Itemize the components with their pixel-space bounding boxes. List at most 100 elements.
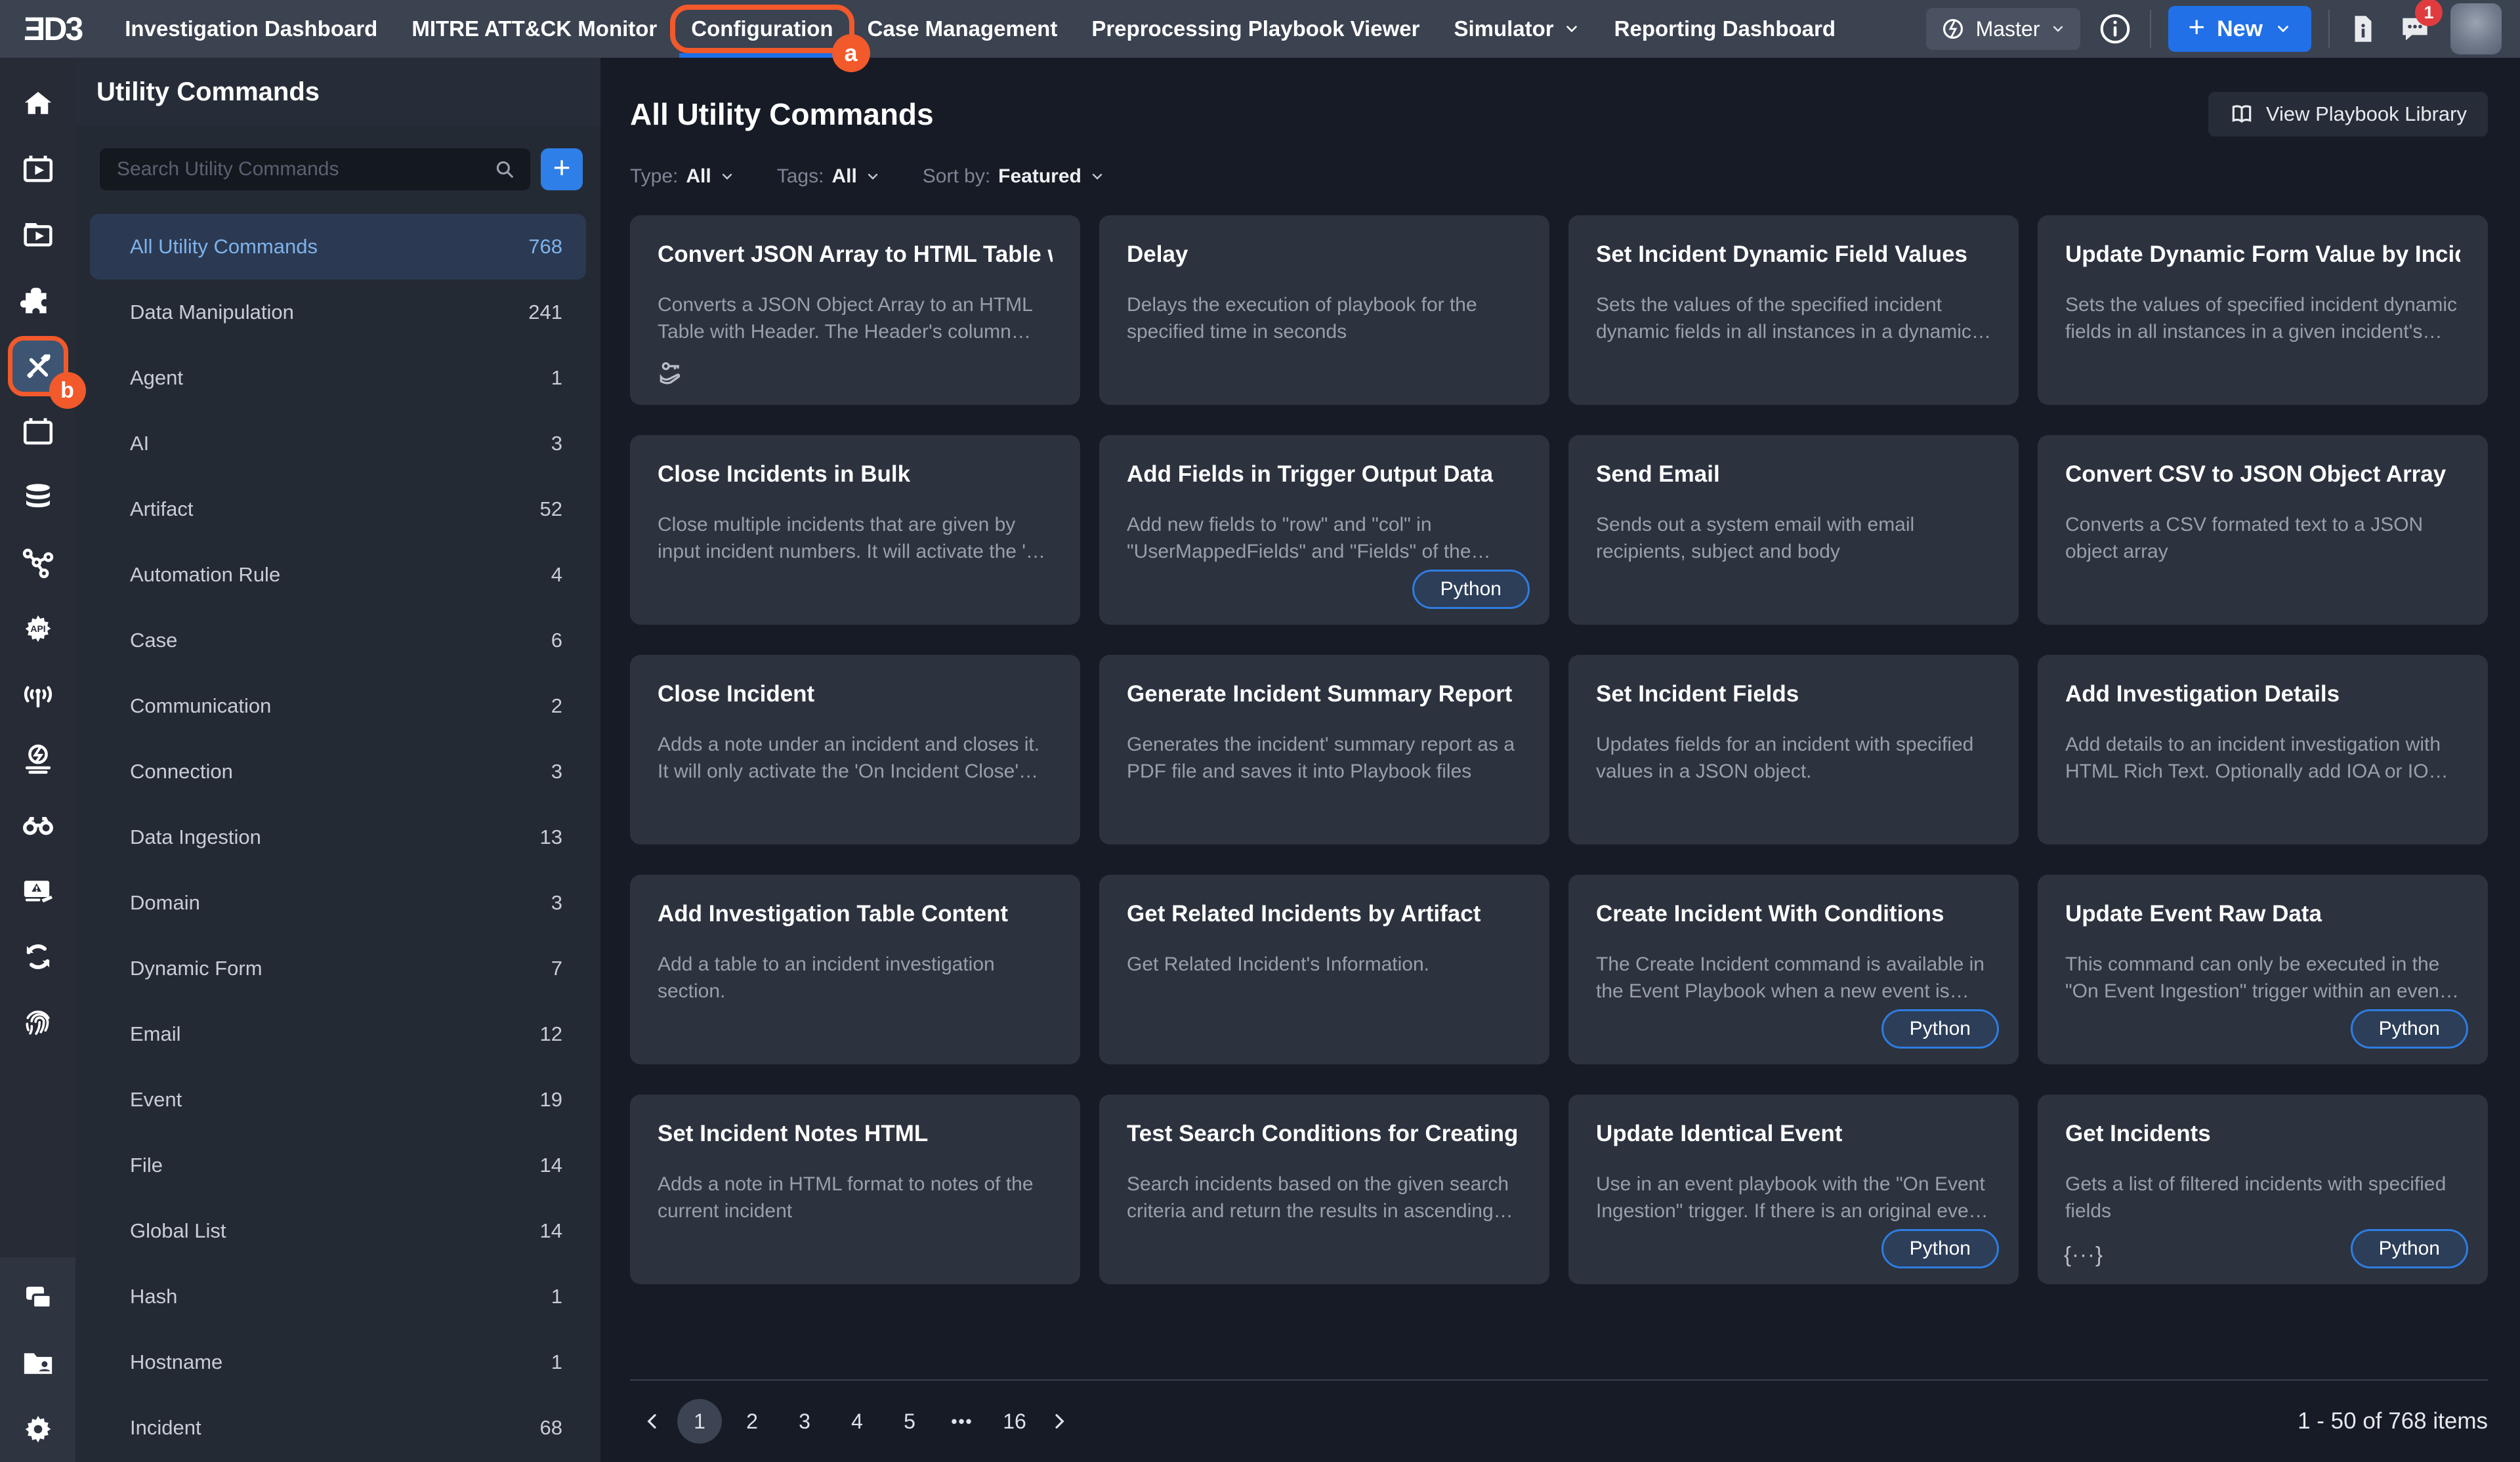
command-card[interactable]: Update Identical Event Use in an event p… — [1568, 1095, 2019, 1284]
category-item[interactable]: Email 12 — [75, 1001, 600, 1067]
page-number[interactable]: 2 — [730, 1399, 774, 1444]
rail-item-calendar[interactable] — [0, 399, 75, 465]
rail-item-playbook-viewer[interactable] — [0, 202, 75, 268]
rail-item-integrations[interactable] — [0, 268, 75, 333]
command-card[interactable]: Set Incident Dynamic Field Values Sets t… — [1568, 215, 2019, 405]
rail-item-identity[interactable] — [0, 990, 75, 1055]
nav-tab[interactable]: Reporting Dashboard — [1597, 0, 1853, 58]
command-card[interactable]: Add Fields in Trigger Output Data Add ne… — [1099, 435, 1549, 625]
rail-item-home[interactable] — [0, 71, 75, 136]
nav-tab[interactable]: Case Management — [850, 0, 1075, 58]
d3-logo[interactable]: ƎD3 — [24, 10, 81, 48]
command-card[interactable]: Update Dynamic Form Value by Incident...… — [2038, 215, 2488, 405]
command-description: Add a table to an incident investigation… — [658, 951, 1053, 1005]
svg-text:API: API — [30, 623, 45, 634]
category-item[interactable]: File 14 — [75, 1133, 600, 1198]
new-button[interactable]: + New — [2168, 6, 2311, 52]
category-item[interactable]: AI 3 — [75, 411, 600, 476]
command-card[interactable]: Add Investigation Table Content Add a ta… — [630, 875, 1080, 1064]
command-title: Create Incident With Conditions — [1596, 901, 1991, 927]
command-card[interactable]: Update Event Raw Data This command can o… — [2038, 875, 2488, 1064]
add-command-button[interactable]: + — [541, 148, 583, 190]
command-card[interactable]: Add Investigation Details Add details to… — [2038, 655, 2488, 845]
puzzle-icon — [20, 283, 56, 318]
rail-item-settings[interactable] — [0, 1396, 75, 1462]
rail-item-web[interactable] — [0, 727, 75, 793]
command-card[interactable]: Get Incidents Gets a list of filtered in… — [2038, 1095, 2488, 1284]
previous-page-button[interactable] — [630, 1399, 675, 1444]
category-item[interactable]: Event 19 — [75, 1067, 600, 1133]
filter-dropdown[interactable]: Type: All — [630, 165, 735, 188]
rail-item-live-feed[interactable] — [0, 661, 75, 727]
next-page-button[interactable] — [1037, 1399, 1082, 1444]
category-label: Automation Rule — [130, 563, 280, 587]
filter-dropdown[interactable]: Sort by: Featured — [923, 165, 1105, 188]
category-item[interactable]: Automation Rule 4 — [75, 542, 600, 608]
category-item[interactable]: Global List 14 — [75, 1198, 600, 1264]
category-item[interactable]: Incident 68 — [75, 1395, 600, 1461]
rail-item-data-management[interactable] — [0, 465, 75, 530]
document-info-icon[interactable] — [2347, 9, 2380, 49]
filter-label: Tags: — [777, 165, 824, 188]
category-item[interactable]: Case 6 — [75, 608, 600, 673]
notifications-button[interactable]: 1 — [2397, 10, 2433, 47]
rail-item-incident-report[interactable] — [0, 858, 75, 924]
category-item[interactable]: Agent 1 — [75, 345, 600, 411]
category-item[interactable]: Communication 2 — [75, 673, 600, 739]
category-item[interactable]: Hostname 1 — [75, 1329, 600, 1395]
command-title: Get Related Incidents by Artifact — [1127, 901, 1522, 927]
user-avatar[interactable] — [2450, 3, 2502, 54]
category-item[interactable]: Dynamic Form 7 — [75, 936, 600, 1001]
utility-commands-sidebar: Utility Commands + All Utility Commands … — [75, 58, 600, 1462]
command-title: Update Dynamic Form Value by Incident... — [2065, 241, 2460, 268]
rail-item-api[interactable]: API — [0, 596, 75, 661]
nav-tab[interactable]: Preprocessing Playbook Viewer — [1074, 0, 1437, 58]
rail-item-investigation[interactable] — [0, 793, 75, 858]
category-item[interactable]: Domain 3 — [75, 870, 600, 936]
playbook-folder-icon — [20, 217, 56, 253]
nav-tab[interactable]: Investigation Dashboard — [108, 0, 394, 58]
search-icon[interactable] — [494, 158, 516, 180]
rail-item-windows[interactable] — [0, 1265, 75, 1331]
filter-dropdown[interactable]: Tags: All — [777, 165, 881, 188]
command-card[interactable]: Set Incident Fields Updates fields for a… — [1568, 655, 2019, 845]
command-card[interactable]: Close Incidents in Bulk Close multiple i… — [630, 435, 1080, 625]
command-card[interactable]: Convert JSON Array to HTML Table with...… — [630, 215, 1080, 405]
view-playbook-library-button[interactable]: View Playbook Library — [2208, 92, 2488, 136]
category-item[interactable]: All Utility Commands 768 — [90, 214, 586, 280]
category-item[interactable]: Artifact 52 — [75, 476, 600, 542]
nav-tab[interactable]: MITRE ATT&CK Monitor — [394, 0, 674, 58]
page-number[interactable]: ••• — [940, 1399, 984, 1444]
command-card[interactable]: Generate Incident Summary Report Generat… — [1099, 655, 1549, 845]
category-label: Agent — [130, 366, 183, 390]
page-number[interactable]: 5 — [887, 1399, 932, 1444]
search-input[interactable] — [100, 148, 530, 190]
nav-tab[interactable]: Simulator — [1437, 0, 1597, 58]
category-item[interactable]: Data Ingestion 13 — [75, 804, 600, 870]
nav-tab[interactable]: Configuration a — [674, 0, 850, 58]
category-item[interactable]: Hash 1 — [75, 1264, 600, 1329]
page-number[interactable]: 16 — [992, 1399, 1037, 1444]
home-icon — [20, 86, 56, 121]
command-card[interactable]: Test Search Conditions for Creating Inci… — [1099, 1095, 1549, 1284]
command-card[interactable]: Convert CSV to JSON Object Array Convert… — [2038, 435, 2488, 625]
category-item[interactable]: Data Manipulation 241 — [75, 280, 600, 345]
page-number[interactable]: 3 — [782, 1399, 827, 1444]
command-card[interactable]: Delay Delays the execution of playbook f… — [1099, 215, 1549, 405]
rail-item-connections[interactable] — [0, 530, 75, 596]
page-number[interactable]: 1 — [677, 1399, 722, 1444]
category-item[interactable]: Connection 3 — [75, 739, 600, 804]
command-card[interactable]: Get Related Incidents by Artifact Get Re… — [1099, 875, 1549, 1064]
rail-item-contacts[interactable] — [0, 1331, 75, 1396]
command-card[interactable]: Close Incident Adds a note under an inci… — [630, 655, 1080, 845]
rail-item-scheduled-playbooks[interactable] — [0, 136, 75, 202]
command-card[interactable]: Send Email Sends out a system email with… — [1568, 435, 2019, 625]
rail-item-utility-commands[interactable]: b — [0, 333, 75, 399]
command-card[interactable]: Create Incident With Conditions The Crea… — [1568, 875, 2019, 1064]
command-card[interactable]: Set Incident Notes HTML Adds a note in H… — [630, 1095, 1080, 1284]
filter-value: All — [831, 165, 856, 188]
info-icon[interactable] — [2097, 11, 2133, 47]
rail-item-sync[interactable] — [0, 924, 75, 990]
site-selector[interactable]: Master — [1926, 8, 2081, 50]
page-number[interactable]: 4 — [835, 1399, 879, 1444]
